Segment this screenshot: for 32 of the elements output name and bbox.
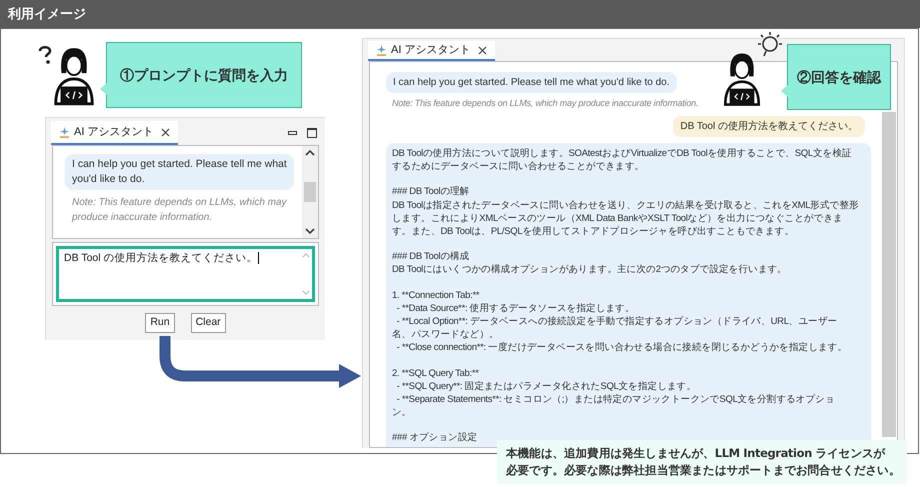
- assistant-message: I can help you get started. Please tell me what you'd like to do.: [65, 154, 294, 190]
- close-icon[interactable]: [478, 46, 488, 54]
- clear-button[interactable]: Clear: [190, 313, 226, 333]
- response-paragraph: DB Toolの使用方法について説明します。SOAtestおよびVirtualizeでDB Toolを使用することで、SQL文を検証 するためにデータベースに問い合わせることができます。: [392, 147, 853, 174]
- sparkle-icon: [376, 44, 387, 56]
- callout-text: ②回答を確認: [797, 68, 881, 86]
- disclaimer-note: Note: This feature depends on LLMs, which may produce inaccurate information.: [70, 196, 288, 225]
- minimize-icon[interactable]: [288, 131, 297, 135]
- response-paragraph: ### DB Toolの理解 DB Toolは指定されたデータベースに問い合わせを送り、クエリの結果を受け取ると、これをXML形式で整形 します。これによりXMLベースのツール（XML Data BankやXSLT Toolなど）を出力につなぐことができま す。また、DB Toolは、PL/SQLを使用してストアドプロシージャを呼び出すこともできます。: [392, 185, 860, 238]
- sparkle-icon: [59, 126, 70, 138]
- callout-text: ①プロンプトに質問を入力: [120, 66, 288, 85]
- header-title: 利用イメージ: [8, 5, 86, 24]
- response-paragraph: 2. **SQL Query Tab:** - **SQL Query**: 固定またはパラメータ化されたSQL文を指定します。 - **Separate Statements**: セミコロン（;）または特定のマジックトークンでSQL文を分割するオプショ ン。: [392, 366, 836, 420]
- scroll-thumb[interactable]: [304, 182, 316, 202]
- response-paragraph: ### DB Toolの構成 DB Toolにはいくつかの構成オプションがあります。主に次の2つのタブで設定を行います。: [392, 250, 788, 277]
- close-icon[interactable]: [161, 128, 170, 136]
- license-note: 本機能は、追加費用は発生しませんが、LLM Integration ライセンスが 必要です。必要な際は弊社担当営業またはサポートまでお問合せください。: [497, 440, 907, 484]
- assistant-tab[interactable]: AI アシスタント: [51, 121, 178, 145]
- assistant-message: I can help you get started. Please tell me what you'd like to do.: [386, 72, 677, 93]
- response-paragraph: 1. **Connection Tab:** - **Data Source**: 使用するデータソースを指定します。 - **Local Option**: データベースへの接続設定を手動で指定するオプション（ドライバ、URL、ユーザー 名、パスワードなど）。 - **Close connection**: 一度だけデータベースを問い合わせる場合に接続を閉じるかどうかを指定します。: [392, 288, 848, 355]
- question-mark-icon: [38, 45, 54, 65]
- run-button[interactable]: Run: [145, 313, 175, 333]
- chat-scrollbar[interactable]: [302, 146, 318, 238]
- assistant-tab[interactable]: AI アシスタント: [368, 41, 496, 61]
- disclaimer-note: Note: This feature depends on LLMs, which may produce inaccurate information.: [391, 97, 700, 110]
- scroll-thumb[interactable]: [882, 112, 896, 437]
- prompt-input[interactable]: DB Tool の使用方法を教えてください。: [56, 246, 315, 302]
- tab-label: AI アシスタント: [391, 42, 470, 58]
- response-paragraph: ### オプション設定: [392, 431, 478, 445]
- tab-label: AI アシスタント: [74, 124, 154, 140]
- user-message: DB Tool の使用方法を教えてください。: [673, 116, 865, 137]
- maximize-icon[interactable]: [307, 128, 317, 138]
